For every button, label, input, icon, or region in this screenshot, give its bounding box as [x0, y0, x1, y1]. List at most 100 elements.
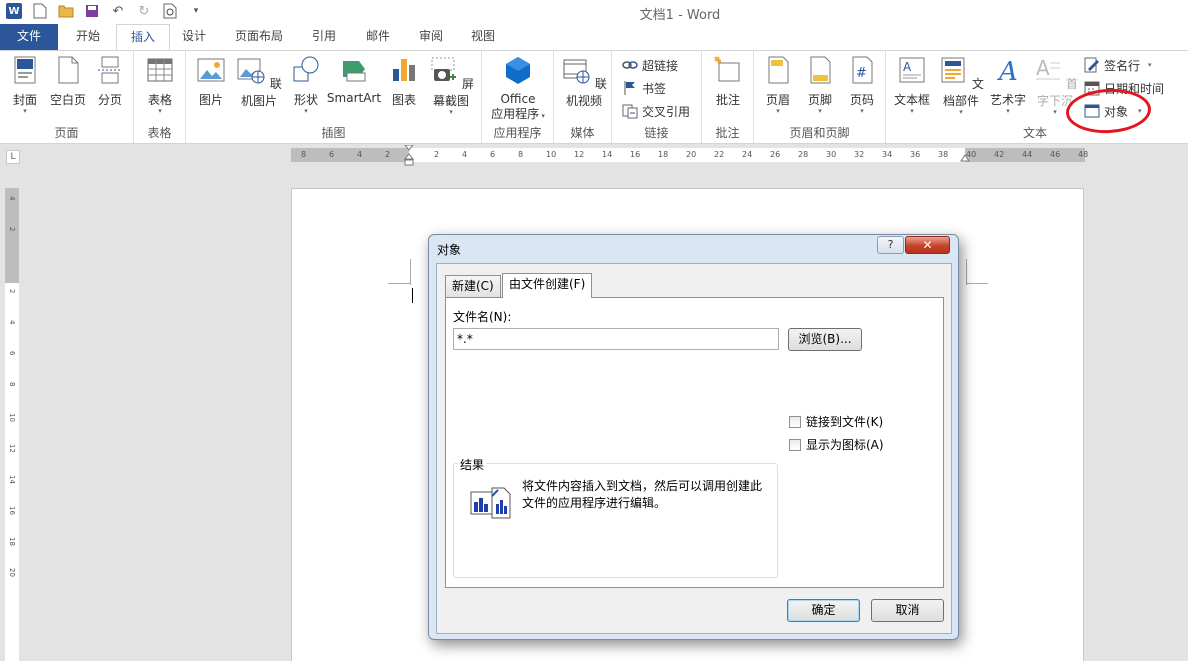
ruler-number: 38 [938, 150, 949, 159]
tab-view[interactable]: 视图 [457, 24, 509, 50]
ruler-number: 48 [1078, 150, 1089, 159]
hyperlink-icon [622, 61, 638, 69]
chart-button[interactable]: 图表 [386, 55, 422, 108]
hyperlink-button[interactable]: 超链接 [622, 55, 678, 75]
wordart-button[interactable]: A 艺术字 ▾ [988, 55, 1028, 115]
cross-reference-button[interactable]: 交叉引用 [622, 101, 690, 121]
textbox-button[interactable]: A 文本框 ▾ [892, 55, 932, 115]
quick-parts-button[interactable]: 文档部件 ▾ [936, 55, 986, 116]
wordart-icon: A [997, 57, 1018, 87]
group-label-links: 链接 [644, 126, 669, 140]
tab-home[interactable]: 开始 [62, 24, 114, 50]
table-icon [147, 58, 173, 82]
ok-button[interactable]: 确定 [787, 599, 860, 622]
tab-file[interactable]: 文件 [0, 24, 58, 50]
ruler-number: 4 [8, 320, 16, 325]
chevron-down-icon: ▾ [1148, 61, 1152, 69]
document-title: 文档1 - Word [639, 8, 721, 23]
chevron-down-icon: ▾ [860, 107, 864, 115]
tab-create-new[interactable]: 新建(C) [445, 275, 501, 297]
tab-insert[interactable]: 插入 [116, 24, 171, 51]
ruler-number: 16 [8, 506, 16, 515]
ruler-number: 32 [854, 150, 865, 159]
title-bar: W ↶ ↻ ▾ 文档1 - Word [0, 0, 1188, 24]
blank-page-button[interactable]: 空白页 [46, 55, 90, 108]
file-name-label: 文件名(N): [453, 310, 512, 324]
svg-text:A: A [997, 57, 1018, 85]
ruler-margin-left [291, 148, 409, 162]
checkbox-box[interactable] [789, 438, 801, 451]
bookmark-button[interactable]: 书签 [622, 78, 666, 98]
ruler-number: 2 [434, 150, 440, 159]
right-indent-marker-icon[interactable] [960, 152, 970, 162]
ruler-number: 8 [8, 382, 16, 387]
ruler-number: 30 [826, 150, 837, 159]
ruler-number: 20 [8, 568, 16, 577]
screenshot-button[interactable]: 屏幕截图 ▾ [424, 55, 478, 116]
link-to-file-checkbox[interactable]: 链接到文件(K) [789, 413, 883, 430]
ruler-number: 20 [686, 150, 697, 159]
display-as-icon-checkbox[interactable]: 显示为图标(A) [789, 436, 884, 453]
group-illustrations: 图片 联机图片 形状 ▾ SmartArt 图表 屏幕截图 ▾ 插图 [186, 51, 482, 143]
group-comments: 批注 批注 [702, 51, 754, 143]
smartart-icon [343, 61, 366, 82]
ruler-number: 24 [742, 150, 753, 159]
group-media: 联机视频 媒体 [554, 51, 612, 143]
header-icon [768, 56, 789, 84]
textbox-icon: A [899, 57, 925, 83]
ruler-number: 22 [714, 150, 725, 159]
signature-line-button[interactable]: 签名行 ▾ [1084, 55, 1152, 75]
tab-references[interactable]: 引用 [298, 24, 350, 50]
footer-button[interactable]: 页脚 ▾ [802, 55, 838, 115]
from-file-panel: 文件名(N): *.* 浏览(B)... 链接到文件(K) 显示为图标(A) 结… [445, 297, 944, 588]
ruler-number: 18 [8, 537, 16, 546]
page-number-button[interactable]: # 页码 ▾ [844, 55, 880, 115]
tab-selector-button[interactable]: L [6, 150, 20, 164]
online-video-icon [563, 59, 590, 84]
ruler-number: 10 [8, 413, 16, 422]
cancel-button[interactable]: 取消 [871, 599, 944, 622]
smartart-button[interactable]: SmartArt [326, 55, 382, 105]
checkbox-box[interactable] [789, 415, 801, 428]
group-apps: Office 应用程序 ▾ 应用程序 [482, 51, 554, 143]
cover-page-button[interactable]: 封面 ▾ [6, 55, 44, 115]
comment-icon [714, 56, 740, 82]
online-picture-button[interactable]: 联机图片 [232, 55, 286, 109]
header-button[interactable]: 页眉 ▾ [760, 55, 796, 115]
help-button[interactable]: ? [877, 236, 904, 254]
ribbon: 封面 ▾ 空白页 分页 页面 表格 ▾ 表格 图片 联机图片 形状 ▾ Smar… [0, 50, 1188, 144]
group-label-illustrations: 插图 [321, 126, 346, 140]
cross-reference-icon [622, 104, 638, 119]
indent-marker-icon[interactable] [404, 145, 414, 167]
tab-review[interactable]: 审阅 [405, 24, 457, 50]
ruler-number: 6 [8, 351, 16, 356]
tab-mailings[interactable]: 邮件 [352, 24, 404, 50]
table-button[interactable]: 表格 ▾ [142, 55, 178, 115]
browse-button[interactable]: 浏览(B)... [788, 328, 862, 351]
group-links: 超链接 书签 交叉引用 链接 [612, 51, 702, 143]
tab-create-from-file[interactable]: 由文件创建(F) [502, 273, 593, 298]
vertical-ruler[interactable]: 4 2 2 4 6 8 10 12 14 16 18 20 [5, 188, 19, 661]
chevron-down-icon: ▾ [158, 107, 162, 115]
tab-design[interactable]: 设计 [168, 24, 220, 50]
online-picture-icon [237, 58, 265, 84]
shapes-button[interactable]: 形状 ▾ [290, 55, 322, 115]
ruler-number: 26 [770, 150, 781, 159]
new-comment-button[interactable]: 批注 [708, 55, 748, 108]
group-label-apps: 应用程序 [493, 126, 542, 140]
chevron-down-icon: ▾ [776, 107, 780, 115]
picture-button[interactable]: 图片 [194, 55, 228, 108]
chevron-down-icon: ▾ [818, 107, 822, 115]
horizontal-ruler[interactable]: 8 6 4 2 2 4 6 8 10 12 14 16 18 20 22 24 26 28 30 32 34 36 38 40… [291, 145, 1089, 166]
ruler-number: 4 [462, 150, 468, 159]
page-break-button[interactable]: 分页 [92, 55, 128, 108]
tab-page-layout[interactable]: 页面布局 [221, 24, 297, 50]
file-name-input[interactable]: *.* [453, 328, 779, 350]
office-apps-button[interactable]: Office 应用程序 ▾ [486, 55, 550, 124]
page-number-icon: # [852, 56, 873, 84]
ribbon-tab-bar: 文件 开始 插入 设计 页面布局 引用 邮件 审阅 视图 [0, 24, 1188, 51]
online-video-button[interactable]: 联机视频 [558, 55, 610, 109]
close-button[interactable]: ✕ [905, 236, 950, 254]
signature-icon [1084, 57, 1099, 73]
ruler-number: 44 [1022, 150, 1033, 159]
